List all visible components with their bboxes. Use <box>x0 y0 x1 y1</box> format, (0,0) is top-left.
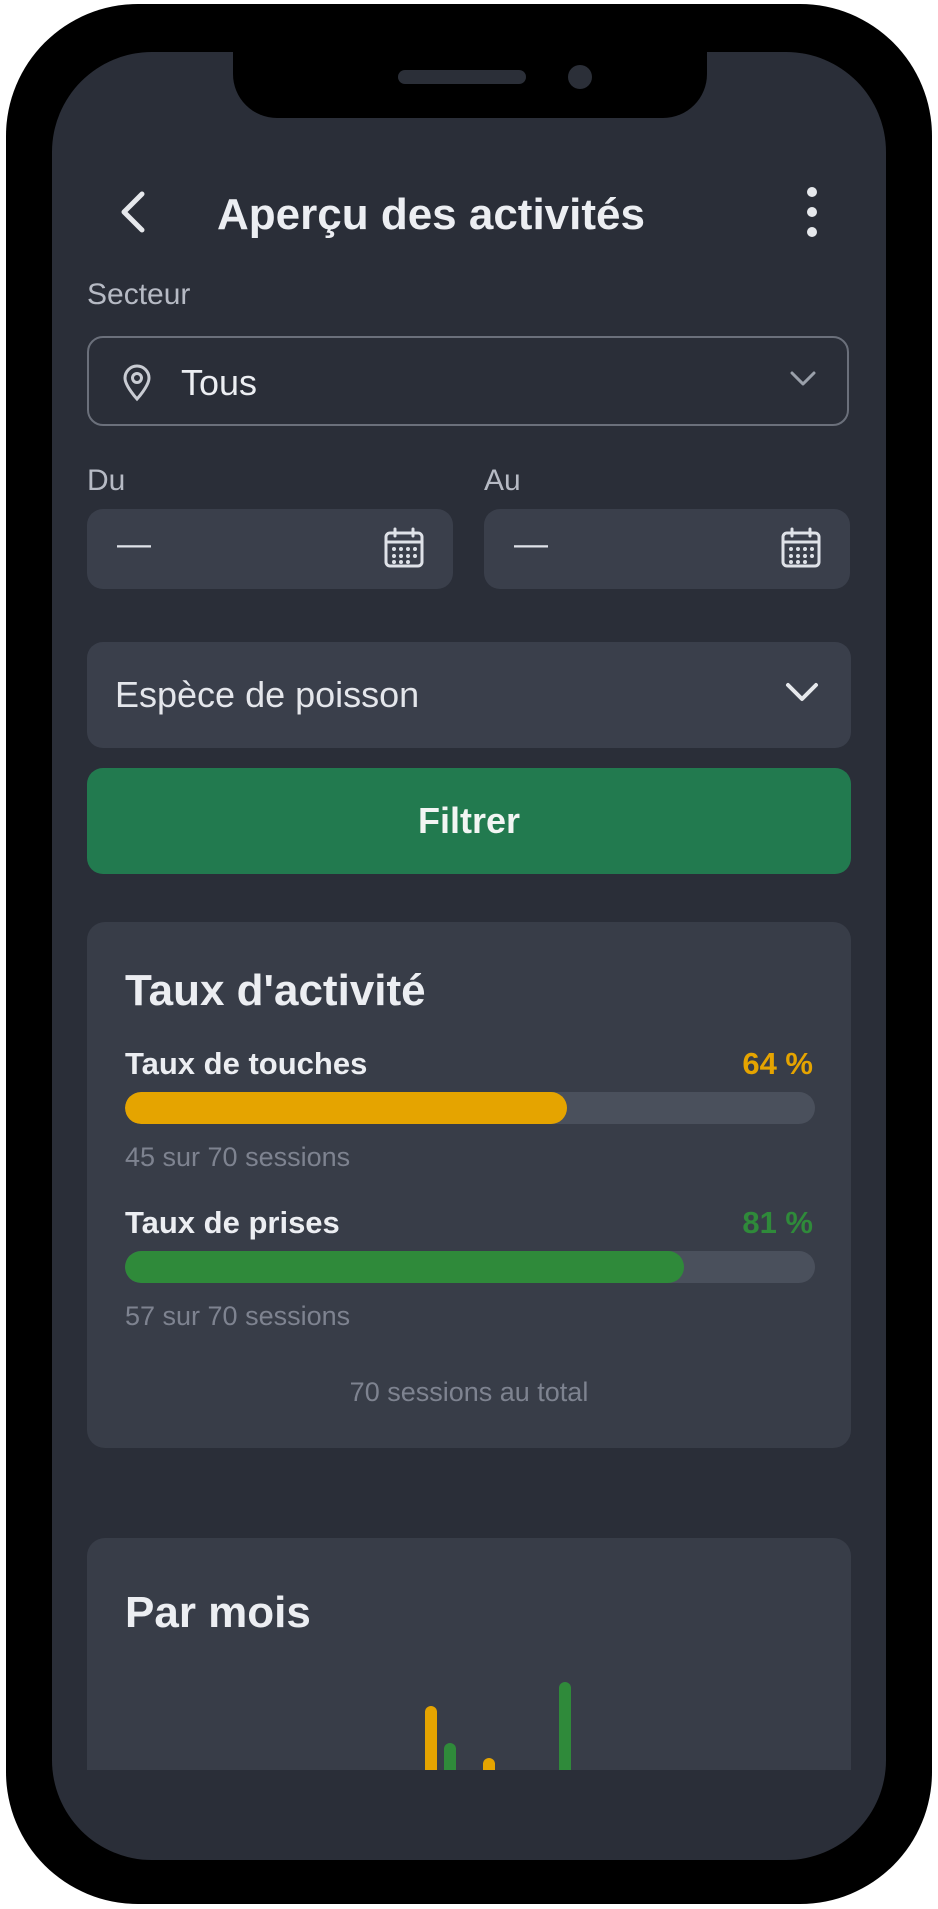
activity-rate-card: Taux d'activité Taux de touches 64 % 45 … <box>87 922 851 1448</box>
from-date-field[interactable]: — <box>87 509 453 589</box>
chevron-down-icon <box>790 371 816 386</box>
chevron-down-icon <box>786 683 818 701</box>
species-placeholder: Espèce de poisson <box>115 674 420 715</box>
sector-value: Tous <box>181 362 258 403</box>
calendar-icon[interactable] <box>383 527 425 569</box>
catch-rate-sessions: 57 sur 70 sessions <box>125 1301 351 1331</box>
page-title: Aperçu des activités <box>217 190 645 239</box>
catch-rate-percent: 81 % <box>742 1205 813 1240</box>
to-date-label: Au <box>484 464 521 497</box>
species-select[interactable]: Espèce de poisson <box>87 642 851 748</box>
catch-rate-progress-fill <box>125 1251 684 1283</box>
sector-select[interactable]: Tous <box>87 336 849 426</box>
monthly-card: Par mois <box>87 1538 851 1770</box>
chart-bar <box>444 1743 456 1770</box>
calendar-icon[interactable] <box>780 527 822 569</box>
touch-rate-sessions: 45 sur 70 sessions <box>125 1142 351 1172</box>
touch-rate-progress-bar <box>125 1092 815 1124</box>
chart-bar <box>425 1706 437 1770</box>
touch-rate-progress-fill <box>125 1092 567 1124</box>
catch-rate-label: Taux de prises <box>125 1205 340 1240</box>
back-button[interactable] <box>108 182 158 242</box>
monthly-chart <box>425 1682 571 1770</box>
chart-bar <box>483 1758 495 1770</box>
app-header: Aperçu des activités <box>52 162 886 262</box>
touch-rate-label: Taux de touches <box>125 1046 368 1081</box>
to-date-field[interactable]: — <box>484 509 850 589</box>
total-sessions: 70 sessions au total <box>349 1377 589 1407</box>
chevron-left-icon <box>121 191 145 233</box>
touch-rate-percent: 64 % <box>742 1046 813 1081</box>
from-date-label: Du <box>87 464 126 497</box>
catch-rate-progress-bar <box>125 1251 815 1283</box>
filter-button[interactable]: Filtrer <box>87 768 851 874</box>
activity-rate-title: Taux d'activité <box>125 966 426 1015</box>
screen-content: Aperçu des activités Secteur Tous Du Au … <box>52 52 886 1860</box>
to-date-value: — <box>514 525 548 563</box>
more-vertical-icon <box>807 187 817 197</box>
chart-bar <box>559 1682 571 1770</box>
sector-label: Secteur <box>87 278 191 311</box>
more-options-button[interactable] <box>792 184 832 240</box>
from-date-value: — <box>117 525 151 563</box>
location-pin-icon <box>123 364 151 402</box>
